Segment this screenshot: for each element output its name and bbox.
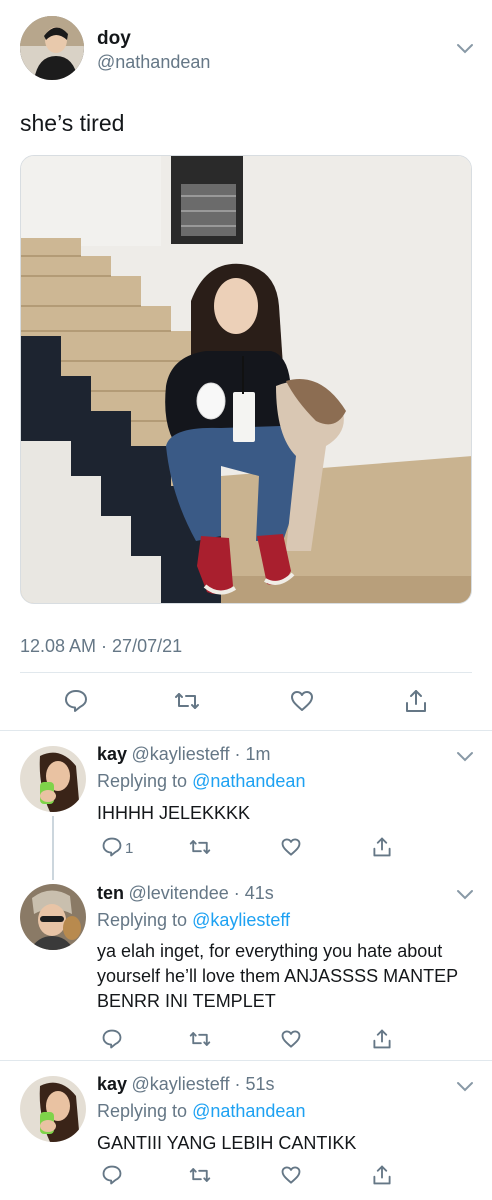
- share-icon[interactable]: [403, 688, 429, 714]
- chevron-down-icon[interactable]: [456, 1080, 474, 1092]
- reply-header: ten @levitendee · 41s: [97, 883, 274, 904]
- author-handle[interactable]: @nathandean: [97, 52, 210, 73]
- reply-author-name[interactable]: kay: [97, 744, 127, 764]
- author-avatar[interactable]: [20, 16, 84, 80]
- chevron-down-icon[interactable]: [456, 750, 474, 762]
- chevron-down-icon[interactable]: [456, 42, 474, 54]
- reply-header: kay @kayliesteff · 51s: [97, 1074, 275, 1095]
- reply-count: 1: [125, 840, 134, 857]
- replying-to: Replying to @kayliesteff: [97, 910, 290, 931]
- share-icon[interactable]: [371, 1164, 393, 1186]
- reply-text: ya elah inget, for everything you hate a…: [97, 941, 458, 1011]
- replying-prefix: Replying to: [97, 1101, 188, 1121]
- reply-icon[interactable]: [101, 1028, 123, 1050]
- reply-text: GANTIII YANG LEBIH CANTIKK: [97, 1133, 357, 1153]
- like-icon[interactable]: [280, 1164, 302, 1186]
- reply-icon[interactable]: [101, 1164, 123, 1186]
- replying-prefix: Replying to: [97, 910, 188, 930]
- reply-icon[interactable]: [63, 688, 89, 714]
- reply-author-meta[interactable]: @kayliesteff · 1m: [132, 744, 271, 764]
- divider: [20, 672, 472, 673]
- like-icon[interactable]: [289, 688, 315, 714]
- reply-avatar[interactable]: [20, 1076, 86, 1142]
- replying-prefix: Replying to: [97, 771, 188, 791]
- like-icon[interactable]: [280, 836, 302, 858]
- thread-line: [52, 816, 54, 880]
- reply-author-meta[interactable]: @levitendee · 41s: [128, 883, 273, 903]
- author-name[interactable]: doy: [97, 28, 131, 50]
- chevron-down-icon[interactable]: [456, 888, 474, 900]
- retweet-icon[interactable]: [189, 1028, 211, 1050]
- tweet-text: she’s tired: [20, 110, 125, 136]
- retweet-icon[interactable]: [189, 1164, 211, 1186]
- replying-to-link[interactable]: @kayliesteff: [192, 910, 290, 930]
- reply-author-meta[interactable]: @kayliesteff · 51s: [132, 1074, 275, 1094]
- reply-header: kay @kayliesteff · 1m: [97, 744, 270, 765]
- share-icon[interactable]: [371, 836, 393, 858]
- replying-to: Replying to @nathandean: [97, 771, 305, 792]
- reply-avatar[interactable]: [20, 746, 86, 812]
- reply-icon[interactable]: [101, 836, 123, 858]
- like-icon[interactable]: [280, 1028, 302, 1050]
- replying-to: Replying to @nathandean: [97, 1101, 305, 1122]
- replying-to-link[interactable]: @nathandean: [192, 1101, 305, 1121]
- retweet-icon[interactable]: [189, 836, 211, 858]
- reply-author-name[interactable]: ten: [97, 883, 124, 903]
- share-icon[interactable]: [371, 1028, 393, 1050]
- reply-text: IHHHH JELEKKKK: [97, 803, 251, 823]
- divider: [0, 730, 492, 731]
- reply-author-name[interactable]: kay: [97, 1074, 127, 1094]
- reply-avatar[interactable]: [20, 884, 86, 950]
- tweet-photo[interactable]: [20, 155, 472, 604]
- retweet-icon[interactable]: [174, 688, 200, 714]
- tweet-timestamp[interactable]: 12.08 AM · 27/07/21: [20, 636, 182, 657]
- divider: [0, 1060, 492, 1061]
- replying-to-link[interactable]: @nathandean: [192, 771, 305, 791]
